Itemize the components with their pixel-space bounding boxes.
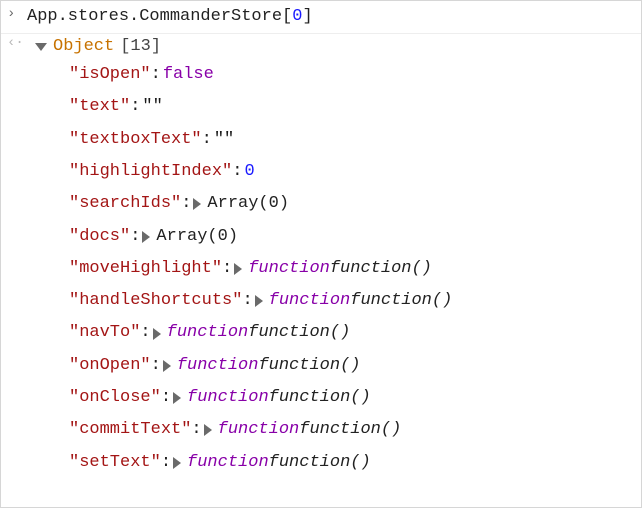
input-index: 0 (292, 7, 302, 26)
property-value-bool: false (163, 59, 214, 91)
property-key: "searchIds" (69, 188, 181, 220)
property-row[interactable]: "moveHighlight": function function() (27, 253, 641, 285)
function-keyword: function (218, 414, 300, 446)
property-key: "textboxText" (69, 124, 202, 156)
disclosure-right-icon[interactable] (193, 198, 201, 210)
property-key: "setText" (69, 447, 161, 479)
function-keyword: function (187, 382, 269, 414)
disclosure-down-icon[interactable] (35, 43, 47, 51)
input-prefix: App.stores.CommanderStore[ (27, 7, 292, 26)
object-properties: "isOpen": false"text": """textboxText": … (27, 59, 641, 479)
property-value-string: "" (214, 124, 234, 156)
property-key: "moveHighlight" (69, 253, 222, 285)
property-row[interactable]: "handleShortcuts": function function() (27, 285, 641, 317)
property-key: "navTo" (69, 317, 140, 349)
property-row[interactable]: "navTo": function function() (27, 317, 641, 349)
property-row[interactable]: "onOpen": function function() (27, 350, 641, 382)
disclosure-right-icon[interactable] (234, 263, 242, 275)
object-prop-count: 13 (130, 35, 150, 59)
property-key: "onOpen" (69, 350, 151, 382)
property-key: "commitText" (69, 414, 191, 446)
property-row[interactable]: "setText": function function() (27, 447, 641, 479)
property-row[interactable]: "isOpen": false (27, 59, 641, 91)
property-value-number: 0 (244, 156, 254, 188)
property-key: "isOpen" (69, 59, 151, 91)
console-input-text: App.stores.CommanderStore[0] (27, 6, 641, 27)
function-keyword: function (187, 447, 269, 479)
property-row[interactable]: "searchIds": Array(0) (27, 188, 641, 220)
function-keyword: function (167, 317, 249, 349)
disclosure-right-icon[interactable] (255, 295, 263, 307)
property-key: "handleShortcuts" (69, 285, 242, 317)
property-row[interactable]: "text": "" (27, 91, 641, 123)
disclosure-right-icon[interactable] (173, 392, 181, 404)
colon: : (222, 253, 232, 285)
disclosure-right-icon[interactable] (153, 328, 161, 340)
console-output-row: ‹· Object [13] "isOpen": false"text": ""… (1, 34, 641, 483)
property-key: "onClose" (69, 382, 161, 414)
function-signature: function() (269, 382, 371, 414)
function-signature: function() (299, 414, 401, 446)
devtools-console: › App.stores.CommanderStore[0] ‹· Object… (0, 0, 642, 508)
colon: : (181, 188, 191, 220)
function-signature: function() (258, 350, 360, 382)
property-value-array: Array(0) (156, 221, 238, 253)
console-input-row[interactable]: › App.stores.CommanderStore[0] (1, 5, 641, 34)
property-row[interactable]: "commitText": function function() (27, 414, 641, 446)
object-type-label: Object (53, 35, 114, 59)
input-suffix: ] (302, 7, 312, 26)
function-keyword: function (177, 350, 259, 382)
disclosure-right-icon[interactable] (173, 457, 181, 469)
property-row[interactable]: "highlightIndex": 0 (27, 156, 641, 188)
function-signature: function() (350, 285, 452, 317)
colon: : (151, 350, 161, 382)
disclosure-right-icon[interactable] (163, 360, 171, 372)
function-keyword: function (248, 253, 330, 285)
property-value-array: Array(0) (207, 188, 289, 220)
colon: : (202, 124, 212, 156)
colon: : (242, 285, 252, 317)
function-signature: function() (269, 447, 371, 479)
object-header[interactable]: Object [13] (27, 35, 641, 59)
console-output: Object [13] "isOpen": false"text": """te… (27, 35, 641, 479)
prompt-icon: › (7, 6, 27, 24)
colon: : (130, 221, 140, 253)
property-row[interactable]: "textboxText": "" (27, 124, 641, 156)
colon: : (161, 382, 171, 414)
property-value-string: "" (142, 91, 162, 123)
property-row[interactable]: "onClose": function function() (27, 382, 641, 414)
colon: : (140, 317, 150, 349)
colon: : (161, 447, 171, 479)
count-close: ] (151, 35, 161, 59)
colon: : (191, 414, 201, 446)
function-signature: function() (248, 317, 350, 349)
function-keyword: function (269, 285, 351, 317)
property-key: "docs" (69, 221, 130, 253)
colon: : (232, 156, 242, 188)
property-row[interactable]: "docs": Array(0) (27, 221, 641, 253)
return-icon: ‹· (7, 35, 27, 53)
property-key: "text" (69, 91, 130, 123)
count-open: [ (120, 35, 130, 59)
disclosure-right-icon[interactable] (142, 231, 150, 243)
colon: : (151, 59, 161, 91)
function-signature: function() (330, 253, 432, 285)
disclosure-right-icon[interactable] (204, 424, 212, 436)
colon: : (130, 91, 140, 123)
property-key: "highlightIndex" (69, 156, 232, 188)
